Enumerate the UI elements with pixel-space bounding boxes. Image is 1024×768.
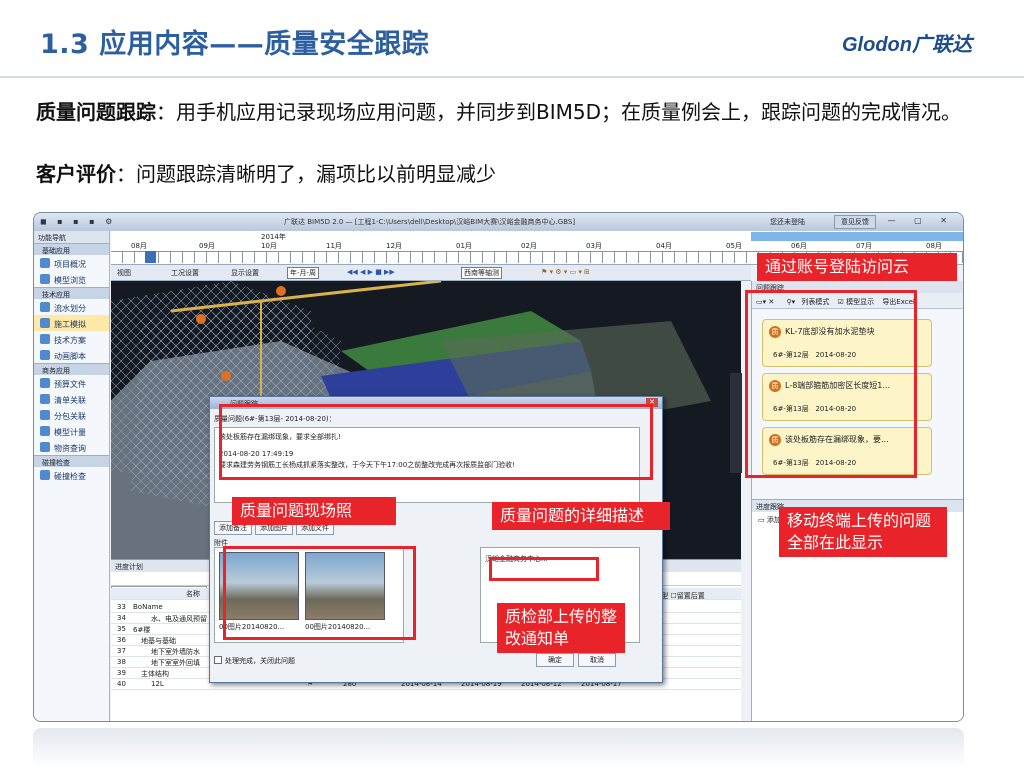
condition-settings-button[interactable]: 工况设置 <box>171 268 199 278</box>
nav-item-model-browse[interactable]: 模型浏览 <box>34 271 109 287</box>
nav-item-animation-script[interactable]: 动画脚本 <box>34 347 109 363</box>
material-icon <box>40 442 50 452</box>
callout-issue-detail: 质量问题的详细描述 <box>492 502 670 530</box>
slide: 1.3 应用内容——质量安全跟踪 Glodon广联达 质量问题跟踪：用手机应用记… <box>0 0 1024 768</box>
cancel-button[interactable]: 取消 <box>578 653 616 667</box>
login-link[interactable]: 您还未登陆 <box>770 217 805 227</box>
function-nav: 功能导航 基础应用 项目概况 模型浏览 技术应用 流水划分 施工模拟 技术方案 … <box>34 231 110 721</box>
view-button[interactable]: 视图 <box>117 268 131 278</box>
nav-item-clash-check[interactable]: 碰撞检查 <box>34 467 109 483</box>
callout-mobile-upload: 移动终端上传的问题全部在此显示 <box>779 507 947 557</box>
ok-button[interactable]: 确定 <box>536 653 574 667</box>
simulation-icon <box>40 318 50 328</box>
highlight-issue-detail <box>219 404 653 480</box>
nav-item-budget-file[interactable]: 预算文件 <box>34 375 109 391</box>
app-titlebar: ◼ ▪ ▪ ▪ ⚙ 广联达 BIM5D 2.0 — [工程1-C:\Users\… <box>34 213 963 231</box>
highlight-site-photos <box>223 546 416 640</box>
nav-section-tech[interactable]: 技术应用 <box>34 287 109 299</box>
flow-icon <box>40 302 50 312</box>
quick-access-icons[interactable]: ◼ ▪ ▪ ▪ ⚙ <box>40 217 116 226</box>
measure-icon <box>40 426 50 436</box>
nav-item-construction-sim[interactable]: 施工模拟 <box>34 315 109 331</box>
period-select[interactable]: 年-月-周 <box>287 267 320 279</box>
paragraph-quality-tracking: 质量问题跟踪：用手机应用记录现场应用问题，并同步到BIM5D；在质量例会上，跟踪… <box>36 98 996 126</box>
text-customer-review: ：问题跟踪清晰明了，漏项比以前明显减少 <box>116 162 496 186</box>
nav-section-clash[interactable]: 碰撞检查 <box>34 455 109 467</box>
toolbar-icons[interactable]: ⚑ ▾ ⚙ ▾ ▭ ▾ ⊞ <box>541 268 590 276</box>
timeline-months: 08月 09月 10月 11月 12月 01月 02月 03月 04月 05月 … <box>131 242 942 250</box>
viewpoint-select[interactable]: 西南等轴测 <box>461 267 502 279</box>
nav-item-model-measure[interactable]: 模型计量 <box>34 423 109 439</box>
close-issue-checkbox[interactable]: 处理完成，关闭此问题 <box>214 656 295 666</box>
nav-item-project-overview[interactable]: 项目概况 <box>34 255 109 271</box>
nav-item-material-query[interactable]: 物资查询 <box>34 439 109 455</box>
budget-icon <box>40 378 50 388</box>
app-window-title: 广联达 BIM5D 2.0 — [工程1-C:\Users\dell\Deskt… <box>284 218 576 226</box>
progress-options[interactable]: ☐模型 ☐留置后置 <box>642 588 963 604</box>
overview-icon <box>40 258 50 268</box>
nav-item-subcontract-link[interactable]: 分包关联 <box>34 407 109 423</box>
highlight-rectification-file <box>489 557 599 581</box>
timeline-highlight <box>751 232 963 241</box>
model-icon <box>40 274 50 284</box>
glodon-logo: Glodon广联达 <box>842 34 972 56</box>
viewport-tool-strip[interactable] <box>730 373 742 473</box>
playback-controls[interactable]: ◀◀ ◀ ▶ ■ ▶▶ <box>347 268 395 276</box>
callout-rectification-notice: 质检部上传的整改通知单 <box>497 603 625 653</box>
search-icon <box>40 470 50 480</box>
nav-section-business[interactable]: 商务应用 <box>34 363 109 375</box>
label-customer-review: 客户评价 <box>36 162 116 186</box>
plan-icon <box>40 334 50 344</box>
title-divider <box>0 76 1024 78</box>
callout-cloud-login: 通过账号登陆访问云 <box>757 253 957 281</box>
window-controls[interactable]: — ▢ ✕ <box>888 216 955 225</box>
subcontract-icon <box>40 410 50 420</box>
nav-header: 功能导航 <box>34 231 109 243</box>
nav-item-flow-division[interactable]: 流水划分 <box>34 299 109 315</box>
paragraph-customer-review: 客户评价：问题跟踪清晰明了，漏项比以前明显减少 <box>36 160 996 188</box>
callout-site-photo: 质量问题现场照 <box>232 497 396 525</box>
bill-icon <box>40 394 50 404</box>
text-quality-tracking: ：用手机应用记录现场应用问题，并同步到BIM5D；在质量例会上，跟踪问题的完成情… <box>156 100 961 124</box>
nav-item-tech-plan[interactable]: 技术方案 <box>34 331 109 347</box>
animation-icon <box>40 350 50 360</box>
slide-title: 1.3 应用内容——质量安全跟踪 <box>40 29 430 60</box>
window-reflection <box>33 728 964 768</box>
timeline-current-week[interactable] <box>145 251 156 263</box>
display-settings-button[interactable]: 显示设置 <box>231 268 259 278</box>
highlight-issue-list <box>745 290 917 478</box>
label-quality-tracking: 质量问题跟踪 <box>36 100 156 124</box>
nav-section-basic[interactable]: 基础应用 <box>34 243 109 255</box>
view-toolbar: 视图 工况设置 显示设置 年-月-周 ◀◀ ◀ ▶ ■ ▶▶ 西南等轴测 ⚑ ▾… <box>111 265 751 281</box>
nav-item-bill-link[interactable]: 清单关联 <box>34 391 109 407</box>
checkbox-icon[interactable] <box>214 656 222 664</box>
feedback-button[interactable]: 意见反馈 <box>834 215 876 229</box>
